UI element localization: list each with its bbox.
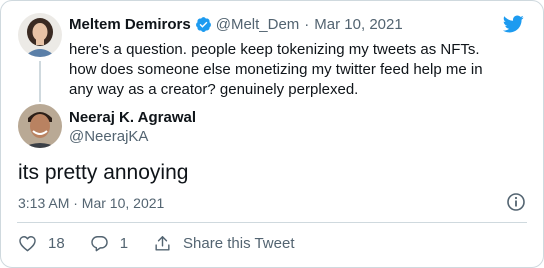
- reply-button[interactable]: 1: [90, 234, 128, 253]
- verified-badge-icon: [195, 16, 212, 33]
- heart-icon: [18, 234, 37, 253]
- share-button[interactable]: Share this Tweet: [153, 234, 294, 253]
- tweet-text-line: how does someone else monetizing my twit…: [69, 61, 483, 78]
- reply-count: 1: [119, 234, 129, 252]
- actions-divider: [17, 222, 527, 223]
- thread-connector-line: [39, 61, 41, 102]
- author-handle[interactable]: @Melt_Dem: [216, 16, 300, 33]
- author-name[interactable]: Meltem Demirors: [69, 16, 191, 33]
- reply-tweet-text: its pretty annoying: [18, 161, 189, 184]
- tweet-text-line: here's a question. people keep tokenizin…: [69, 41, 480, 58]
- share-label: Share this Tweet: [183, 234, 295, 252]
- like-count: 18: [48, 234, 65, 252]
- twitter-bird-icon[interactable]: [501, 13, 525, 35]
- reply-author-handle[interactable]: @NeerajKA: [69, 128, 148, 145]
- avatar-meltem[interactable]: [18, 13, 62, 57]
- tweet-date[interactable]: Mar 10, 2021: [314, 16, 402, 33]
- reply-icon: [90, 234, 109, 253]
- meta-separator: ·: [304, 15, 310, 33]
- reply-timestamp[interactable]: 3:13 AM · Mar 10, 2021: [18, 195, 164, 211]
- tweet-text-line: any way as a creator? genuinely perplexe…: [69, 81, 359, 98]
- avatar-neeraj[interactable]: [18, 104, 62, 148]
- share-icon: [153, 234, 172, 253]
- like-button[interactable]: 18: [18, 234, 65, 253]
- reply-author-name[interactable]: Neeraj K. Agrawal: [69, 109, 196, 126]
- embedded-tweet-card: Meltem Demirors @Melt_Dem · Mar 10, 2021…: [0, 0, 544, 268]
- info-icon[interactable]: [506, 192, 526, 212]
